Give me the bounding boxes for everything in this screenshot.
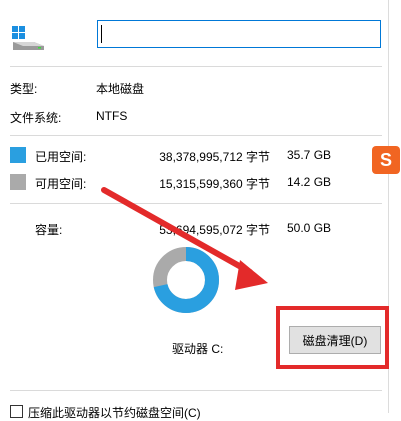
annotation-highlight-box <box>276 306 389 369</box>
